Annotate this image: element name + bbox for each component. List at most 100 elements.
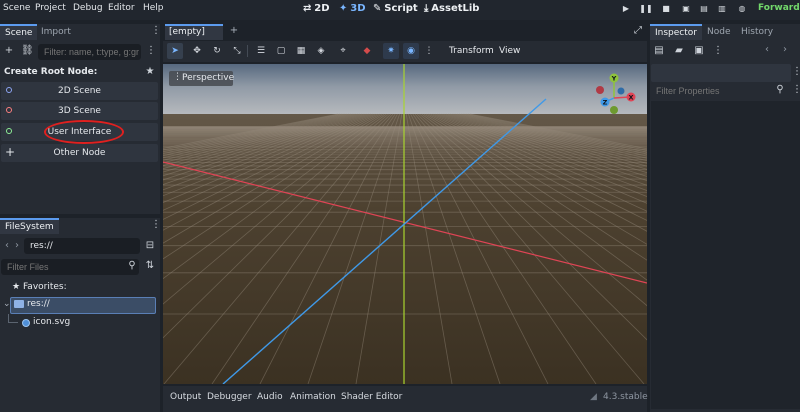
split-view-icon[interactable]: ⊟ xyxy=(144,240,156,251)
pivot-icon[interactable]: ⌖ xyxy=(335,43,351,59)
tree-item-icon-svg[interactable] xyxy=(8,316,156,332)
menu-debug[interactable]: Debug xyxy=(73,3,103,13)
workspace-3d-label: 3D xyxy=(350,3,366,14)
favorites-row[interactable]: ★ Favorites: xyxy=(12,282,67,292)
object-selector[interactable] xyxy=(651,64,791,82)
tab-output[interactable]: Output xyxy=(170,392,201,402)
workspace-2d-button[interactable]: ⇄ 2D xyxy=(303,3,330,17)
tab-node[interactable]: Node xyxy=(702,24,736,40)
path-field[interactable]: res:// xyxy=(24,238,140,254)
tab-inspector[interactable]: Inspector xyxy=(650,24,702,40)
gizmo-neg-x-handle[interactable] xyxy=(596,86,604,94)
forward-arrow-icon[interactable]: › xyxy=(13,240,21,251)
rotate-tool-icon[interactable]: ↻ xyxy=(209,43,225,59)
filter-options-icon[interactable]: ⋮ xyxy=(146,45,156,56)
scene-tab[interactable]: [empty] xyxy=(165,24,223,40)
dock-menu-icon[interactable]: ⋮ xyxy=(151,219,161,230)
gizmo-neg-y-handle[interactable] xyxy=(610,106,618,114)
folder-icon xyxy=(14,300,24,308)
workspace-assetlib-label: AssetLib xyxy=(431,3,480,14)
sort-icon[interactable]: ⇅ xyxy=(144,260,156,271)
remote-debug-icon[interactable]: ▣ xyxy=(679,2,693,16)
favorites-label: Favorites: xyxy=(22,282,67,292)
tab-audio[interactable]: Audio xyxy=(257,392,283,402)
highlight-circle xyxy=(44,120,124,144)
tab-shader-editor[interactable]: Shader Editor xyxy=(341,392,402,402)
tab-scene[interactable]: Scene xyxy=(0,24,38,40)
properties-menu-icon[interactable]: ⋮ xyxy=(792,84,800,95)
preview-settings-icon[interactable]: ⋮ xyxy=(421,43,437,59)
tab-animation[interactable]: Animation xyxy=(290,392,336,402)
pause-icon[interactable]: ❚❚ xyxy=(639,2,653,16)
tree-item-label: icon.svg xyxy=(33,317,71,327)
root-node-label: 3D Scene xyxy=(58,106,101,116)
move-tool-icon[interactable]: ✥ xyxy=(189,43,205,59)
mesh-snap-icon[interactable]: ◈ xyxy=(313,43,329,59)
menu-help[interactable]: Help xyxy=(143,3,164,13)
save-icon[interactable]: ▣ xyxy=(693,45,705,56)
add-node-icon[interactable]: + xyxy=(3,45,15,56)
prev-object-icon[interactable]: ‹ xyxy=(763,44,771,55)
distraction-free-icon[interactable]: ⤢ xyxy=(632,25,644,36)
menu-project[interactable]: Project xyxy=(35,3,66,13)
tab-filesystem[interactable]: FileSystem xyxy=(0,218,59,234)
play-scene-icon[interactable]: ▤ xyxy=(697,2,711,16)
workspace-assetlib-button[interactable]: ⤓ AssetLib xyxy=(424,3,479,17)
scene-filter-input[interactable] xyxy=(38,44,141,60)
next-object-icon[interactable]: › xyxy=(781,44,789,55)
workspace-script-label: Script xyxy=(384,3,418,14)
gizmo-y-label: Y xyxy=(611,75,617,83)
assetlib-icon: ⤓ xyxy=(424,3,429,14)
orientation-gizmo[interactable]: Y X Z xyxy=(590,71,640,121)
view-menu[interactable]: View xyxy=(499,46,520,56)
workspace-script-button[interactable]: ✎ Script xyxy=(373,3,418,17)
workspace-2d-label: 2D xyxy=(314,3,330,14)
movie-maker-icon[interactable]: ◍ xyxy=(735,2,749,16)
back-arrow-icon[interactable]: ‹ xyxy=(3,240,11,251)
scene-tab-label: [empty] xyxy=(169,27,205,37)
filesystem-filter-input[interactable] xyxy=(1,259,139,275)
workspace-3d-button[interactable]: ✦ 3D xyxy=(339,3,366,17)
renderer-selector[interactable]: Forward+ xyxy=(758,3,800,13)
menu-scene[interactable]: Scene xyxy=(3,3,30,13)
3d-icon: ✦ xyxy=(339,3,348,14)
object-menu-icon[interactable]: ⋮ xyxy=(792,66,800,77)
collapse-arrow-icon[interactable]: ⌄ xyxy=(3,299,11,309)
root-node-3d-scene[interactable]: 3D Scene xyxy=(1,102,158,120)
group-icon[interactable]: ▦ xyxy=(293,43,309,59)
select-tool-icon[interactable]: ➤ xyxy=(167,43,183,59)
filter-properties-input[interactable] xyxy=(650,83,790,99)
viewport-3d[interactable]: ⋮ Perspective Y X Z xyxy=(163,64,647,384)
stop-icon[interactable]: ■ xyxy=(659,2,673,16)
script-icon: ✎ xyxy=(373,3,382,14)
link-icon[interactable]: ⛓ xyxy=(21,45,34,56)
tab-history[interactable]: History xyxy=(736,24,778,40)
new-resource-icon[interactable]: ▤ xyxy=(653,45,665,56)
perspective-button[interactable]: ⋮ Perspective xyxy=(169,71,234,86)
sun-preview-icon[interactable]: ✷ xyxy=(383,43,399,59)
tab-debugger[interactable]: Debugger xyxy=(207,392,252,402)
dock-menu-icon[interactable]: ⋮ xyxy=(151,25,161,36)
scale-tool-icon[interactable]: ⤡ xyxy=(229,43,245,59)
play-custom-icon[interactable]: ▥ xyxy=(715,2,729,16)
root-node-other-node[interactable]: + Other Node xyxy=(1,144,158,162)
sky xyxy=(163,64,647,114)
perspective-menu-icon: ⋮ xyxy=(173,72,182,82)
create-root-label: Create Root Node: xyxy=(4,67,98,77)
tab-import[interactable]: Import xyxy=(36,24,76,40)
menu-editor[interactable]: Editor xyxy=(108,3,135,13)
resource-menu-icon[interactable]: ⋮ xyxy=(713,45,723,56)
camera-preview-icon[interactable]: ◆ xyxy=(359,43,375,59)
favorite-star-icon[interactable]: ★ xyxy=(144,66,156,77)
open-folder-icon[interactable]: ▰ xyxy=(673,45,685,56)
root-node-label: 2D Scene xyxy=(58,86,101,96)
play-icon[interactable]: ▶ xyxy=(619,2,633,16)
root-node-2d-scene[interactable]: 2D Scene xyxy=(1,82,158,100)
version-label: 4.3.stable xyxy=(603,392,648,402)
list-select-icon[interactable]: ☰ xyxy=(253,43,269,59)
lock-icon[interactable]: ▢ xyxy=(273,43,289,59)
gizmo-neg-z-handle[interactable] xyxy=(617,87,625,95)
transform-menu[interactable]: Transform xyxy=(449,46,494,56)
add-scene-tab-icon[interactable]: + xyxy=(228,25,240,36)
environment-preview-icon[interactable]: ◉ xyxy=(403,43,419,59)
